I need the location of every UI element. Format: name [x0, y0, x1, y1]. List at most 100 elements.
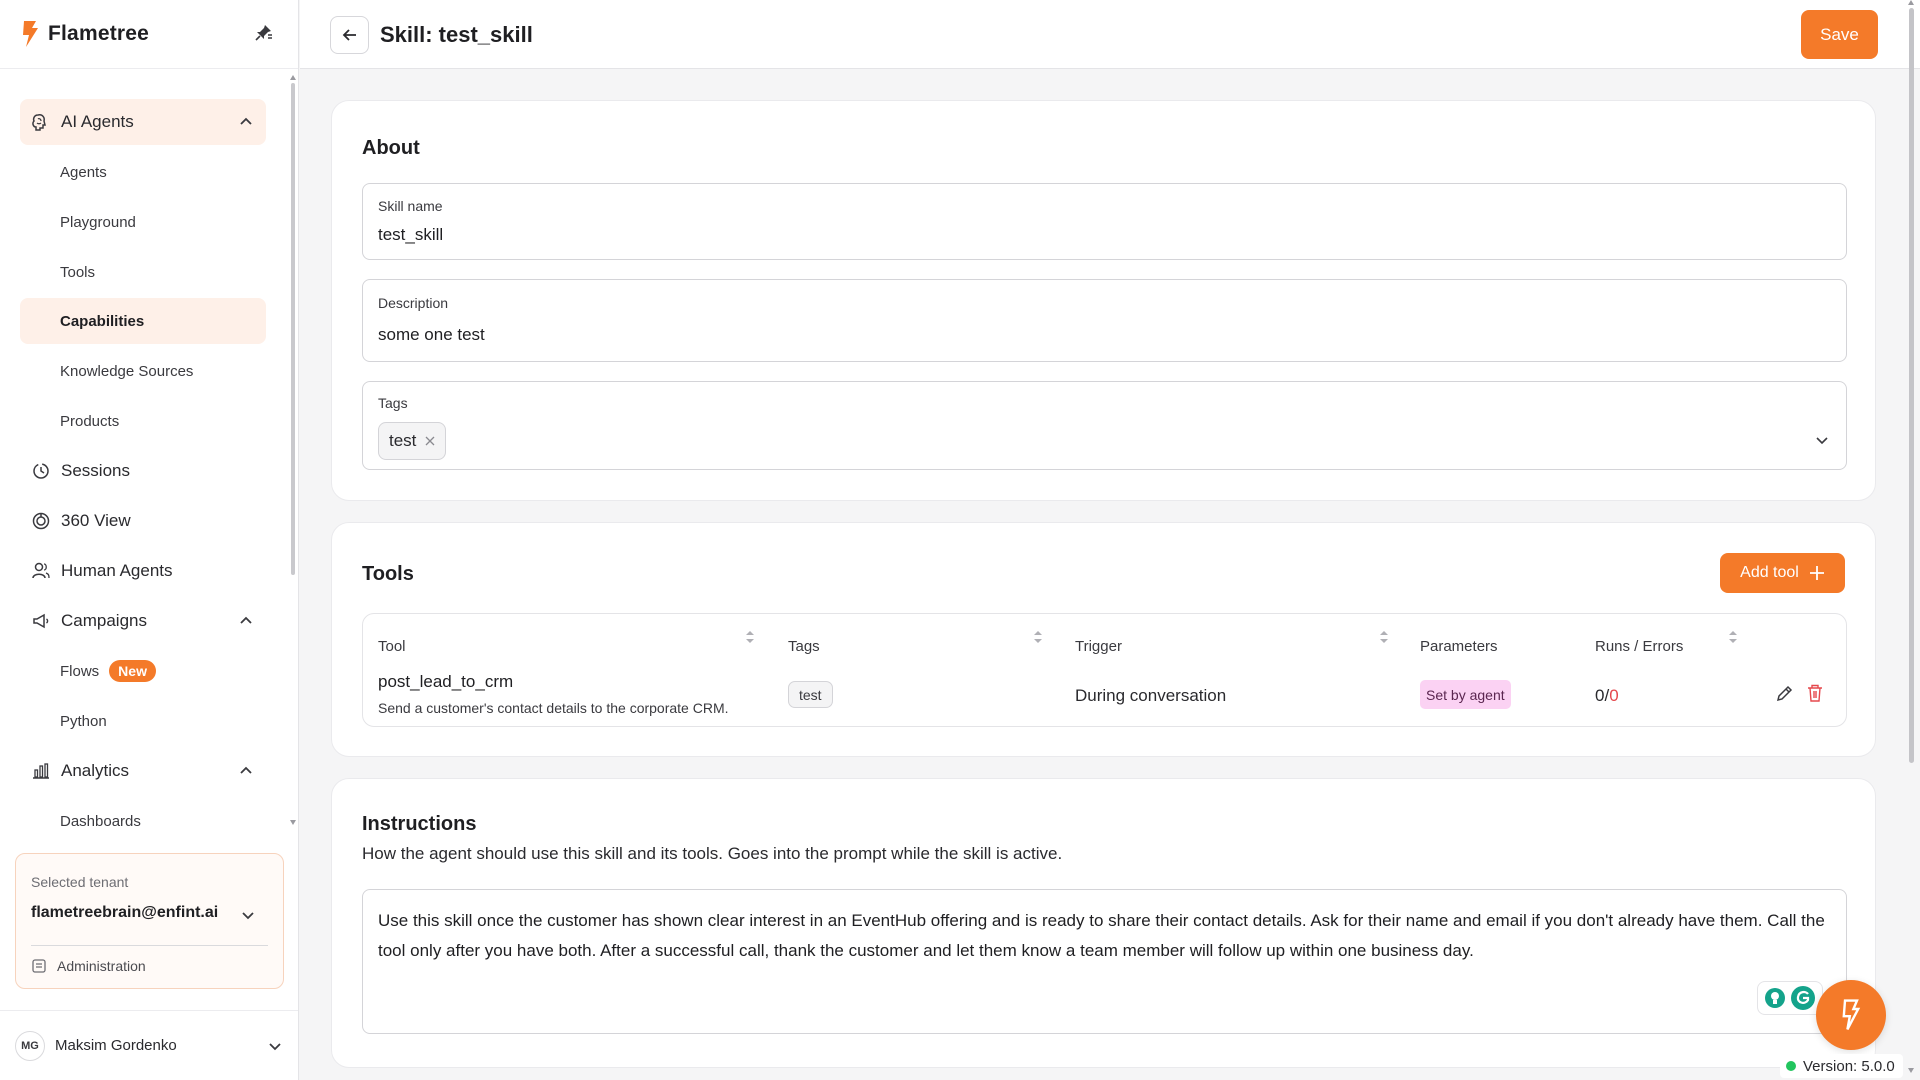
pencil-icon[interactable] [1775, 683, 1795, 703]
tag-chip: test [378, 422, 447, 460]
nav-group-analytics[interactable]: Analytics [20, 748, 266, 794]
sidebar-item-capabilities[interactable]: Capabilities [20, 298, 266, 344]
page-scrollbar[interactable] [1906, 0, 1916, 1080]
column-header-parameters: Parameters [1420, 638, 1498, 655]
page-header: Skill: test_skill Save [300, 0, 1920, 69]
description-input[interactable]: some one test [378, 325, 485, 345]
nav-group-label: Human Agents [61, 561, 173, 580]
skill-name-input[interactable]: test_skill [378, 225, 443, 245]
errors-count: 0 [1609, 686, 1619, 705]
sort-icon[interactable] [745, 628, 755, 646]
scroll-up-arrow-icon[interactable] [290, 75, 296, 80]
scroll-down-arrow-icon[interactable] [290, 820, 296, 825]
nav-group-ai-agents[interactable]: AI Agents [20, 99, 266, 145]
administration-label: Administration [57, 958, 146, 974]
sort-icon[interactable] [1033, 628, 1043, 646]
app-name: Flametree [48, 22, 150, 45]
column-header-runs-errors[interactable]: Runs / Errors [1595, 638, 1683, 655]
save-button[interactable]: Save [1801, 10, 1878, 59]
instructions-title: Instructions [362, 813, 477, 835]
chart-circle-icon [30, 510, 52, 532]
tools-table: Tool Tags Trigger Parameters Runs / Erro… [362, 613, 1847, 727]
chevron-up-icon[interactable] [238, 763, 254, 779]
sidebar: Flametree AI Agents Agents Playground To… [0, 0, 299, 1080]
chevron-up-icon[interactable] [238, 613, 254, 629]
pin-sidebar-icon[interactable] [254, 22, 274, 42]
chevron-down-icon[interactable] [1814, 432, 1830, 448]
description-field[interactable]: Description some one test [362, 279, 1847, 362]
sidebar-nav: AI Agents Agents Playground Tools Capabi… [0, 69, 298, 850]
grammarly-icon[interactable] [1790, 985, 1816, 1011]
nav-group-human-agents[interactable]: Human Agents [20, 548, 266, 594]
sidebar-item-python[interactable]: Python [20, 698, 266, 744]
scrollbar-thumb[interactable] [1909, 8, 1914, 763]
users-icon [30, 560, 52, 582]
sort-icon[interactable] [1728, 628, 1738, 646]
scroll-down-arrow-icon[interactable] [1908, 1068, 1914, 1073]
column-header-tags[interactable]: Tags [788, 638, 820, 655]
column-header-trigger[interactable]: Trigger [1075, 638, 1122, 655]
instructions-card: Instructions How the agent should use th… [331, 778, 1876, 1068]
logo-row: Flametree [0, 0, 298, 69]
admin-icon [32, 959, 46, 973]
status-dot-icon [1786, 1061, 1796, 1071]
nav-group-360-view[interactable]: 360 View [20, 498, 266, 544]
sidebar-item-flows[interactable]: Flows New [20, 648, 266, 694]
arrow-left-icon [342, 29, 356, 41]
instructions-textarea[interactable]: Use this skill once the customer has sho… [362, 889, 1847, 1034]
tenant-label: Selected tenant [31, 874, 129, 890]
sidebar-item-tools[interactable]: Tools [20, 249, 266, 295]
sidebar-item-products[interactable]: Products [20, 398, 266, 444]
tool-parameters-badge: Set by agent [1420, 680, 1511, 709]
tenant-value[interactable]: flametreebrain@enfint.ai [31, 904, 218, 922]
sort-icon[interactable] [1379, 628, 1389, 646]
tools-card: Tools Add tool Tool Tags Trigger Paramet… [331, 522, 1876, 757]
nav-group-campaigns[interactable]: Campaigns [20, 598, 266, 644]
add-tool-button[interactable]: Add tool [1720, 553, 1845, 593]
chevron-up-icon[interactable] [238, 114, 254, 130]
nav-group-sessions[interactable]: Sessions [20, 448, 266, 494]
sidebar-scrollbar[interactable] [290, 75, 296, 845]
sidebar-item-knowledge-sources[interactable]: Knowledge Sources [20, 348, 266, 394]
plus-icon [1809, 566, 1824, 580]
back-button[interactable] [330, 16, 369, 54]
close-icon[interactable] [425, 436, 435, 446]
new-badge: New [109, 660, 156, 682]
instructions-subtitle: How the agent should use this skill and … [362, 844, 1063, 863]
tag-chip-label: test [389, 431, 417, 450]
bar-chart-icon [30, 760, 52, 782]
history-icon [30, 460, 52, 482]
tool-name[interactable]: post_lead_to_crm [378, 672, 513, 692]
scrollbar-thumb[interactable] [291, 83, 295, 575]
chevron-down-icon[interactable] [241, 908, 255, 922]
tools-title: Tools [362, 563, 414, 585]
user-menu[interactable]: MG Maksim Gordenko [0, 1010, 298, 1080]
administration-link[interactable]: Administration [31, 958, 146, 974]
page-title: Skill: test_skill [380, 22, 533, 47]
sidebar-item-agents[interactable]: Agents [20, 149, 266, 195]
grammarly-widget[interactable] [1757, 981, 1823, 1015]
column-header-tool[interactable]: Tool [378, 638, 406, 655]
tenant-selector: Selected tenant flametreebrain@enfint.ai… [15, 853, 284, 989]
about-title: About [362, 137, 420, 159]
tool-description: Send a customer's contact details to the… [378, 700, 729, 716]
description-label: Description [378, 295, 449, 311]
scroll-up-arrow-icon[interactable] [1908, 0, 1914, 5]
sidebar-item-playground[interactable]: Playground [20, 199, 266, 245]
version-indicator: Version: 5.0.0 [1780, 1054, 1903, 1078]
sidebar-item-label: Flows [60, 662, 100, 680]
tags-field[interactable]: Tags test [362, 381, 1847, 470]
nav-group-label: Campaigns [61, 611, 147, 630]
chat-assistant-button[interactable] [1816, 980, 1886, 1050]
version-label: Version: 5.0.0 [1803, 1057, 1895, 1075]
trash-icon[interactable] [1806, 683, 1824, 703]
skill-name-field[interactable]: Skill name test_skill [362, 183, 1847, 260]
tool-tag: test [788, 681, 833, 708]
nav-group-label: AI Agents [61, 112, 134, 131]
chevron-down-icon[interactable] [267, 1038, 283, 1054]
brain-icon [30, 111, 52, 133]
tags-label: Tags [378, 395, 408, 411]
sidebar-item-dashboards[interactable]: Dashboards [20, 798, 266, 844]
user-name: Maksim Gordenko [55, 1037, 177, 1054]
lightbulb-icon[interactable] [1764, 987, 1786, 1009]
